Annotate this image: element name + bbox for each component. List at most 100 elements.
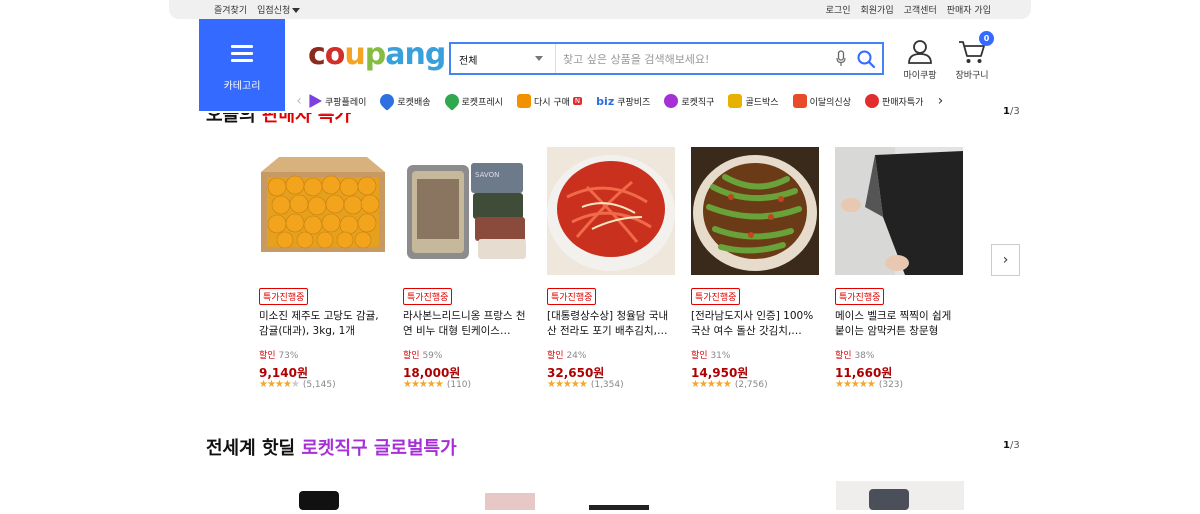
- star-rating-icon: ★★★★★: [835, 379, 876, 390]
- product-card[interactable]: 특가진행중 메이스 벨크로 찍찍이 쉽게 붙이는 암막커튼 창문형 할인 38%…: [835, 147, 963, 390]
- quick-item-label: 판매자특가: [882, 97, 924, 108]
- search-bar: 전체: [449, 42, 884, 75]
- quick-item-goldbox[interactable]: 골드박스: [728, 94, 779, 108]
- quick-item-label: 이달의신상: [809, 97, 851, 108]
- star-rating-icon: ★★★★★: [691, 379, 732, 390]
- chevron-down-icon: [292, 8, 301, 13]
- search-input[interactable]: [563, 49, 823, 69]
- quick-item-label: 골드박스: [745, 97, 779, 108]
- deal-badge: 특가진행중: [691, 288, 741, 305]
- coupang-logo[interactable]: coupang: [308, 37, 446, 72]
- product-name[interactable]: 미소진 제주도 고당도 감귤, 감귤(대과), 3kg, 1개: [259, 309, 387, 339]
- product-card[interactable]: 특가진행중 [대통령상수상] 청율담 국내산 전라도 포기 배추김치,… 할인 …: [547, 147, 675, 390]
- quick-item-label: 다시 구매: [533, 97, 570, 108]
- seller-apply-link[interactable]: 입점신청: [257, 3, 301, 16]
- quick-item-new-arrivals[interactable]: 이달의신상: [792, 94, 851, 108]
- quick-item-seller-deals[interactable]: 판매자특가: [865, 94, 923, 108]
- signup-link[interactable]: 회원가입: [860, 3, 893, 16]
- seller-signup-link[interactable]: 판매자 가입: [947, 3, 991, 16]
- bag-icon: [516, 94, 531, 108]
- quick-item-buy-again[interactable]: 다시 구매 N: [516, 94, 583, 108]
- customer-center-link[interactable]: 고객센터: [904, 3, 937, 16]
- new-icon: [792, 94, 807, 108]
- hamburger-icon: [231, 45, 253, 63]
- product-image[interactable]: [259, 147, 387, 275]
- microphone-icon[interactable]: [836, 50, 846, 67]
- review-count: (323): [878, 379, 904, 390]
- bookmark-link[interactable]: 즐겨찾기: [214, 3, 247, 16]
- star-rating-icon: ★★★★★: [547, 379, 588, 390]
- quick-item-label: 로켓직구: [681, 97, 715, 108]
- section2-pager: 1/3: [1003, 440, 1020, 451]
- product-name[interactable]: [전라남도지사 인증] 100% 국산 여수 돌산 갓김치,…: [691, 309, 819, 339]
- section-title-global-deals: 전세계 핫딜 로켓직구 글로벌특가: [206, 438, 457, 459]
- review-count: (2,756): [734, 379, 768, 390]
- rating: ★★★★★ (323): [835, 379, 963, 390]
- rocket-icon: [377, 91, 398, 111]
- top-utility-bar: 즐겨찾기 입점신청 로그인 회원가입 고객센터 판매자 가입: [169, 0, 1031, 19]
- quick-menu: ‹ 쿠팡플레이 로켓배송 로켓프레시 다시 구매 N biz 쿠팡비즈 로켓직구 골…: [290, 91, 1000, 111]
- quick-item-coupang-biz[interactable]: biz 쿠팡비즈: [596, 95, 650, 108]
- product-image[interactable]: [547, 147, 675, 275]
- product-image[interactable]: [835, 147, 963, 275]
- review-count: (5,145): [302, 379, 336, 390]
- review-count: (1,354): [590, 379, 624, 390]
- percent-icon: [865, 94, 879, 108]
- rocket-icon: [441, 91, 462, 111]
- search-category-value: 전체: [459, 56, 478, 67]
- rating: ★★★★★ (5,145): [259, 379, 387, 390]
- product-image[interactable]: [691, 147, 819, 275]
- rating: ★★★★★ (110): [403, 379, 531, 390]
- deal-badge: 특가진행중: [259, 288, 309, 305]
- product-carousel: 특가진행중 미소진 제주도 고당도 감귤, 감귤(대과), 3kg, 1개 할인…: [259, 147, 963, 390]
- rating: ★★★★★ (1,354): [547, 379, 675, 390]
- product-carousel-peek: [259, 481, 979, 510]
- my-coupang-button[interactable]: 마이쿠팡: [898, 39, 942, 81]
- rocket-global-icon: [664, 94, 679, 108]
- product-card[interactable]: 특가진행중 [전라남도지사 인증] 100% 국산 여수 돌산 갓김치,… 할인…: [691, 147, 819, 390]
- discount-text: 할인 24%: [547, 351, 587, 361]
- review-count: (110): [446, 379, 472, 390]
- deal-badge: 특가진행중: [403, 288, 453, 305]
- product-card[interactable]: 특가진행중 미소진 제주도 고당도 감귤, 감귤(대과), 3kg, 1개 할인…: [259, 147, 387, 390]
- goldbox-icon: [728, 94, 743, 108]
- product-card[interactable]: SAVON 특가진행중 라사본느리드니옹 프랑스 천연 비누 대형 틴케이스… …: [403, 147, 531, 390]
- rating: ★★★★★ (2,756): [691, 379, 819, 390]
- login-link[interactable]: 로그인: [826, 3, 851, 16]
- quick-item-label: 로켓배송: [397, 97, 431, 108]
- quick-item-rocket-delivery[interactable]: 로켓배송: [377, 91, 431, 111]
- cart-label: 장바구니: [955, 71, 989, 81]
- category-label: 카테고리: [223, 81, 261, 92]
- quick-item-coupang-play[interactable]: 쿠팡플레이: [308, 94, 366, 108]
- section1-pager: 1/3: [1003, 106, 1020, 117]
- cart-button[interactable]: 장바구니 0: [950, 31, 994, 81]
- cart-count-badge: 0: [979, 31, 994, 46]
- product-name[interactable]: 라사본느리드니옹 프랑스 천연 비누 대형 틴케이스…: [403, 309, 531, 339]
- quick-item-rocket-global[interactable]: 로켓직구: [664, 94, 714, 108]
- chevron-right-icon[interactable]: ›: [931, 93, 949, 109]
- chevron-down-icon: [535, 56, 543, 61]
- product-name[interactable]: 메이스 벨크로 찍찍이 쉽게 붙이는 암막커튼 창문형: [835, 309, 963, 339]
- search-icon[interactable]: [856, 49, 876, 69]
- discount-text: 할인 59%: [403, 351, 443, 361]
- search-category-select[interactable]: 전체: [451, 44, 556, 73]
- product-name[interactable]: [대통령상수상] 청율담 국내산 전라도 포기 배추김치,…: [547, 309, 675, 339]
- play-icon: [309, 94, 322, 108]
- user-icon: [908, 40, 932, 64]
- discount-text: 할인 31%: [691, 351, 731, 361]
- quick-item-rocket-fresh[interactable]: 로켓프레시: [441, 91, 503, 111]
- chevron-left-icon[interactable]: ‹: [290, 93, 308, 109]
- chevron-right-icon: ›: [1002, 252, 1009, 268]
- header: 카테고리 coupang 전체 마이쿠팡 장바구니: [0, 19, 1200, 113]
- quick-item-label: 로켓프레시: [461, 97, 503, 108]
- carousel-next-button[interactable]: ›: [991, 244, 1020, 276]
- category-menu-button[interactable]: 카테고리: [199, 19, 285, 111]
- new-badge-icon: N: [572, 97, 583, 105]
- my-coupang-label: 마이쿠팡: [903, 71, 937, 81]
- product-image[interactable]: SAVON: [403, 147, 531, 275]
- deal-badge: 특가진행중: [547, 288, 597, 305]
- quick-item-label: 쿠팡비즈: [617, 97, 651, 108]
- seller-apply-label: 입점신청: [257, 6, 291, 16]
- quick-item-label: 쿠팡플레이: [325, 97, 367, 108]
- discount-text: 할인 38%: [835, 351, 875, 361]
